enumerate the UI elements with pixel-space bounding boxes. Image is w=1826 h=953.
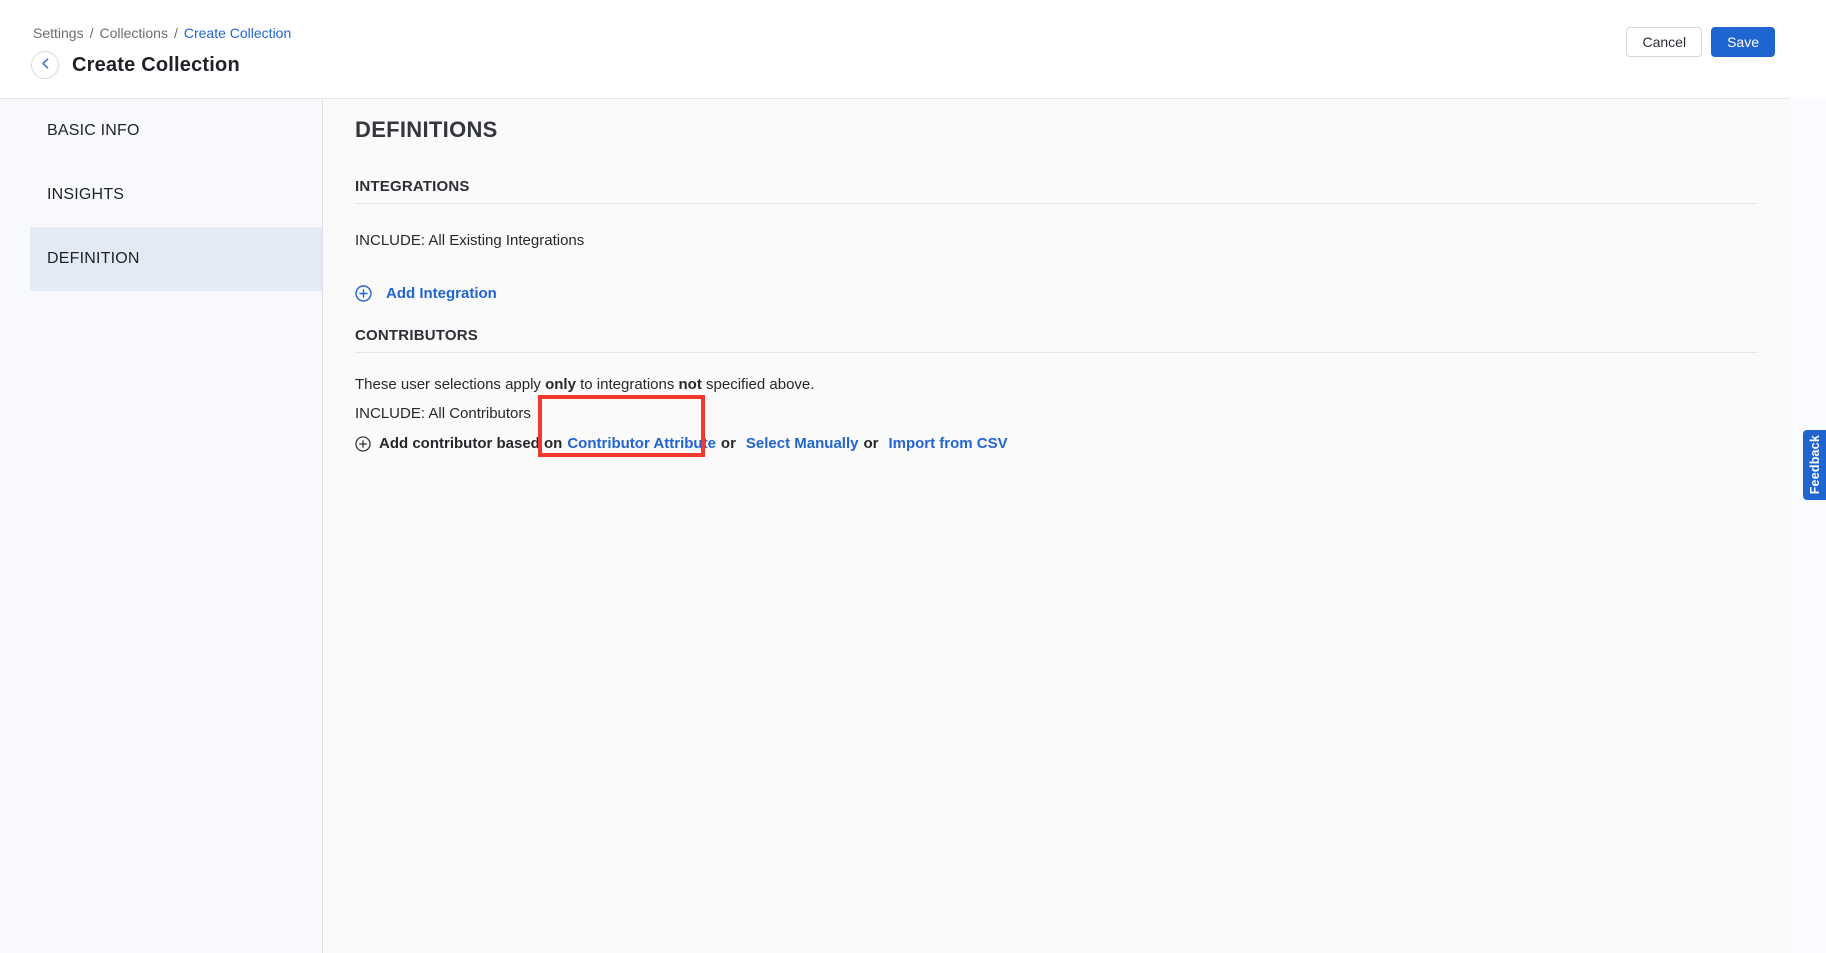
breadcrumb-collections[interactable]: Collections — [99, 25, 167, 41]
contributors-section-heading: CONTRIBUTORS — [355, 327, 1758, 353]
breadcrumb-separator: / — [90, 25, 94, 41]
integrations-section-heading: INTEGRATIONS — [355, 178, 1758, 204]
plus-circle-icon — [355, 436, 371, 452]
note-bold-not: not — [679, 376, 702, 393]
contributors-include-text: INCLUDE: All Contributors — [355, 405, 1758, 422]
breadcrumb: Settings / Collections / Create Collecti… — [33, 25, 291, 41]
breadcrumb-create-collection[interactable]: Create Collection — [184, 25, 291, 41]
note-text: These user selections apply — [355, 376, 545, 393]
or-text: or — [863, 435, 878, 452]
contributors-note: These user selections apply only to inte… — [355, 376, 1758, 393]
note-text: to integrations — [576, 376, 679, 393]
integrations-include-text: INCLUDE: All Existing Integrations — [355, 232, 1758, 249]
page-header: Settings / Collections / Create Collecti… — [0, 0, 1826, 99]
page-right-margin: Feedback — [1790, 99, 1826, 953]
definition-panel: DEFINITIONS INTEGRATIONS INCLUDE: All Ex… — [323, 99, 1790, 953]
feedback-tab[interactable]: Feedback — [1803, 430, 1826, 500]
feedback-tab-label: Feedback — [1808, 435, 1822, 494]
note-bold-only: only — [545, 376, 576, 393]
back-button[interactable] — [31, 51, 59, 79]
add-integration-button[interactable]: Add Integration — [355, 285, 497, 302]
save-button[interactable]: Save — [1711, 27, 1775, 57]
definitions-title: DEFINITIONS — [355, 117, 1758, 143]
plus-circle-icon — [355, 285, 372, 302]
settings-sidebar: BASIC INFO INSIGHTS DEFINITION — [0, 99, 323, 953]
sidebar-item-definition[interactable]: DEFINITION — [30, 227, 322, 291]
or-text: or — [721, 435, 736, 452]
page-title: Create Collection — [72, 54, 240, 77]
contributor-attribute-link[interactable]: Contributor Attribute — [567, 435, 716, 452]
sidebar-item-basic-info[interactable]: BASIC INFO — [30, 99, 322, 163]
note-text: specified above. — [702, 376, 815, 393]
add-contributor-label: Add contributor based on — [379, 435, 562, 452]
select-manually-link[interactable]: Select Manually — [746, 435, 859, 452]
breadcrumb-settings[interactable]: Settings — [33, 25, 84, 41]
left-arrow-icon — [38, 56, 53, 74]
add-integration-label: Add Integration — [386, 285, 497, 302]
sidebar-item-insights[interactable]: INSIGHTS — [30, 163, 322, 227]
add-contributor-row: Add contributor based on Contributor Att… — [355, 435, 1758, 452]
import-from-csv-link[interactable]: Import from CSV — [888, 435, 1007, 452]
cancel-button[interactable]: Cancel — [1626, 27, 1702, 57]
breadcrumb-separator: / — [174, 25, 178, 41]
